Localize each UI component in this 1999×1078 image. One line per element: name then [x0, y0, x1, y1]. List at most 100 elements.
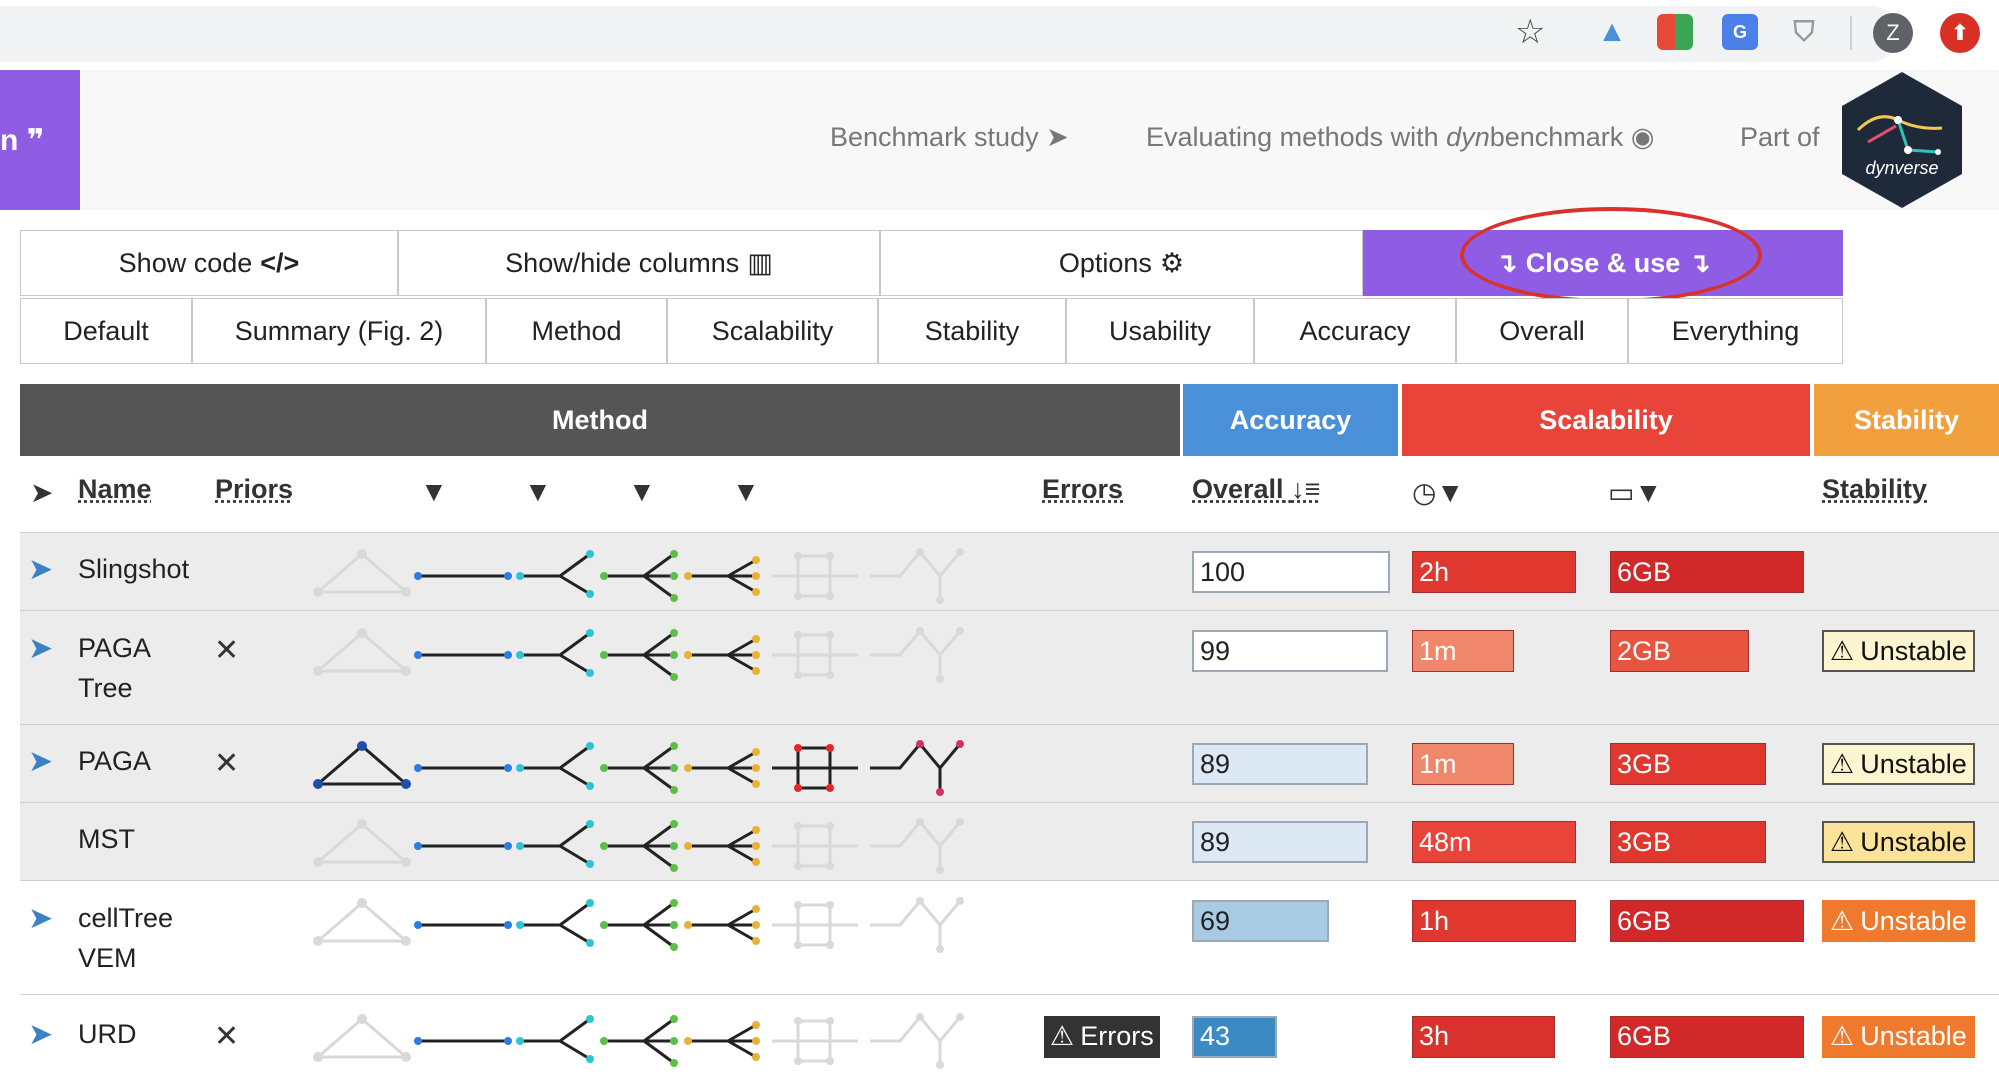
time-bar: 1h [1412, 900, 1576, 942]
show-code-button[interactable]: Show code </> [20, 230, 398, 296]
group-accuracy: Accuracy [1183, 384, 1398, 456]
trajectory-types [310, 1001, 1030, 1076]
filter-icon[interactable]: ▼ [732, 476, 760, 508]
paper-plane-icon[interactable]: ➤ [28, 901, 53, 936]
memory-bar: 2GB [1610, 630, 1749, 672]
col-errors[interactable]: Errors [1042, 474, 1123, 518]
table-row[interactable]: ➤ URD ✕ ⚠ Errors 43 3h 6GB ⚠ Unstable [20, 994, 1999, 1078]
nav-dynbenchmark-post: benchmark [1489, 122, 1624, 152]
method-name[interactable]: PAGA [78, 633, 151, 664]
table-row[interactable]: ➤ PAGA ✕ 89 1m 3GB ⚠ Unstable [20, 724, 1999, 803]
method-name[interactable]: Slingshot [78, 554, 189, 585]
filter-icon[interactable]: ▼ [420, 476, 448, 508]
translate-icon[interactable]: G [1722, 14, 1758, 50]
highlight-ring [1460, 207, 1762, 303]
nav-dynbenchmark-pre: Evaluating methods with [1146, 122, 1447, 152]
stability-label: Unstable [1860, 826, 1967, 857]
table-row[interactable]: ➤ PAGA Tree ✕ 99 1m 2GB ⚠ Unstable [20, 610, 1999, 725]
color-grid-extension-icon[interactable] [1657, 14, 1693, 50]
stability-label: Unstable [1860, 905, 1967, 936]
prior-required-icon: ✕ [214, 634, 240, 667]
accuracy-bar: 89 [1192, 743, 1368, 785]
shield-extension-icon[interactable]: ⛉ [1786, 14, 1822, 50]
method-name[interactable]: Tree [78, 673, 133, 704]
preset-default[interactable]: Default [20, 298, 192, 364]
warning-icon: ⚠ [1830, 1021, 1855, 1051]
paper-plane-icon[interactable]: ➤ [28, 744, 53, 779]
table-row[interactable]: MST 89 48m 3GB ⚠ Unstable [20, 802, 1999, 881]
memory-filter-icon[interactable]: ▭▼ [1608, 476, 1662, 509]
show-hide-columns-button[interactable]: Show/hide columns ▥ [398, 230, 880, 296]
method-name[interactable]: URD [78, 1019, 137, 1050]
stability-badge: ⚠ Unstable [1822, 743, 1975, 785]
graduation-cap-icon[interactable]: ▲ [1594, 14, 1630, 50]
warning-icon: ⚠ [1830, 905, 1855, 936]
paper-plane-icon[interactable]: ➤ [28, 1017, 53, 1052]
trajectory-types [310, 728, 1030, 803]
columns-icon: ▥ [747, 247, 773, 278]
browser-toolbar: ☆ ▲ G ⛉ Z ⬆ [0, 0, 1999, 71]
time-bar: 2h [1412, 551, 1576, 593]
nav-benchmark-study[interactable]: Benchmark study ➤ [830, 122, 1069, 153]
preset-accuracy[interactable]: Accuracy [1254, 298, 1456, 364]
table-row[interactable]: ➤ Slingshot 100 2h 6GB [20, 532, 1999, 611]
col-overall[interactable]: Overall ↓≡ [1192, 474, 1320, 518]
trajectory-types [310, 615, 1030, 690]
toolbar-divider [1850, 16, 1852, 50]
accuracy-bar: 99 [1192, 630, 1388, 672]
col-priors[interactable]: Priors [215, 474, 293, 518]
accuracy-bar: 43 [1192, 1015, 1277, 1058]
preset-usability[interactable]: Usability [1066, 298, 1254, 364]
stability-badge: ⚠ Unstable [1822, 821, 1975, 863]
nav-dynbenchmark[interactable]: Evaluating methods with dynbenchmark ◉ [1146, 122, 1654, 153]
preset-method[interactable]: Method [486, 298, 667, 364]
paper-plane-icon[interactable]: ➤ [28, 552, 53, 587]
update-icon[interactable]: ⬆ [1940, 13, 1980, 53]
preset-overall[interactable]: Overall [1456, 298, 1628, 364]
stability-label: Unstable [1860, 1021, 1967, 1051]
dynverse-logo[interactable]: dynverse [1838, 70, 1966, 210]
code-icon: </> [260, 247, 300, 278]
nav-benchmark-study-label: Benchmark study [830, 122, 1039, 152]
time-bar: 1m [1412, 630, 1514, 672]
bookmark-star-icon[interactable]: ☆ [1515, 12, 1545, 52]
col-overall-label: Overall [1192, 474, 1284, 504]
trajectory-types [310, 806, 1030, 881]
show-hide-columns-label: Show/hide columns [505, 247, 740, 278]
clock-filter-icon[interactable]: ◷▼ [1412, 476, 1464, 509]
table-row[interactable]: ➤ cellTree VEM 69 1h 6GB ⚠ Unstable [20, 880, 1999, 995]
options-button[interactable]: Options ⚙ [880, 230, 1363, 296]
filter-icon[interactable]: ▼ [628, 476, 656, 508]
method-name[interactable]: PAGA [78, 746, 151, 777]
preset-bar: Default Summary (Fig. 2) Method Scalabil… [20, 298, 1843, 364]
preset-summary[interactable]: Summary (Fig. 2) [192, 298, 486, 364]
method-name[interactable]: cellTree [78, 903, 173, 934]
errors-badge[interactable]: ⚠ Errors [1044, 1015, 1160, 1058]
errors-label: Errors [1080, 1021, 1154, 1051]
paper-plane-icon[interactable]: ➤ [28, 631, 53, 666]
method-name[interactable]: VEM [78, 943, 137, 974]
method-name[interactable]: MST [78, 824, 135, 855]
trajectory-types [310, 885, 1030, 960]
warning-icon: ⚠ [1050, 1021, 1075, 1051]
accuracy-bar: 69 [1192, 900, 1329, 942]
time-bar: 3h [1412, 1015, 1555, 1058]
part-of-label: Part of [1740, 122, 1820, 152]
preset-scalability[interactable]: Scalability [667, 298, 878, 364]
memory-bar: 6GB [1610, 900, 1804, 942]
warning-icon: ⚠ [1830, 748, 1855, 779]
warning-icon: ⚠ [1830, 635, 1855, 666]
preset-stability[interactable]: Stability [878, 298, 1066, 364]
accuracy-bar: 89 [1192, 821, 1368, 863]
stability-label: Unstable [1860, 635, 1967, 666]
stability-badge: ⚠ Unstable [1822, 1015, 1975, 1058]
col-stability[interactable]: Stability [1822, 474, 1927, 518]
github-icon: ◉ [1630, 122, 1655, 152]
brand-logo[interactable]: n ❞ [0, 70, 80, 210]
preset-everything[interactable]: Everything [1628, 298, 1843, 364]
sort-desc-icon: ↓≡ [1291, 474, 1321, 504]
prior-required-icon: ✕ [214, 1019, 240, 1053]
profile-avatar[interactable]: Z [1873, 13, 1913, 53]
col-name[interactable]: Name [78, 474, 152, 518]
filter-icon[interactable]: ▼ [524, 476, 552, 508]
